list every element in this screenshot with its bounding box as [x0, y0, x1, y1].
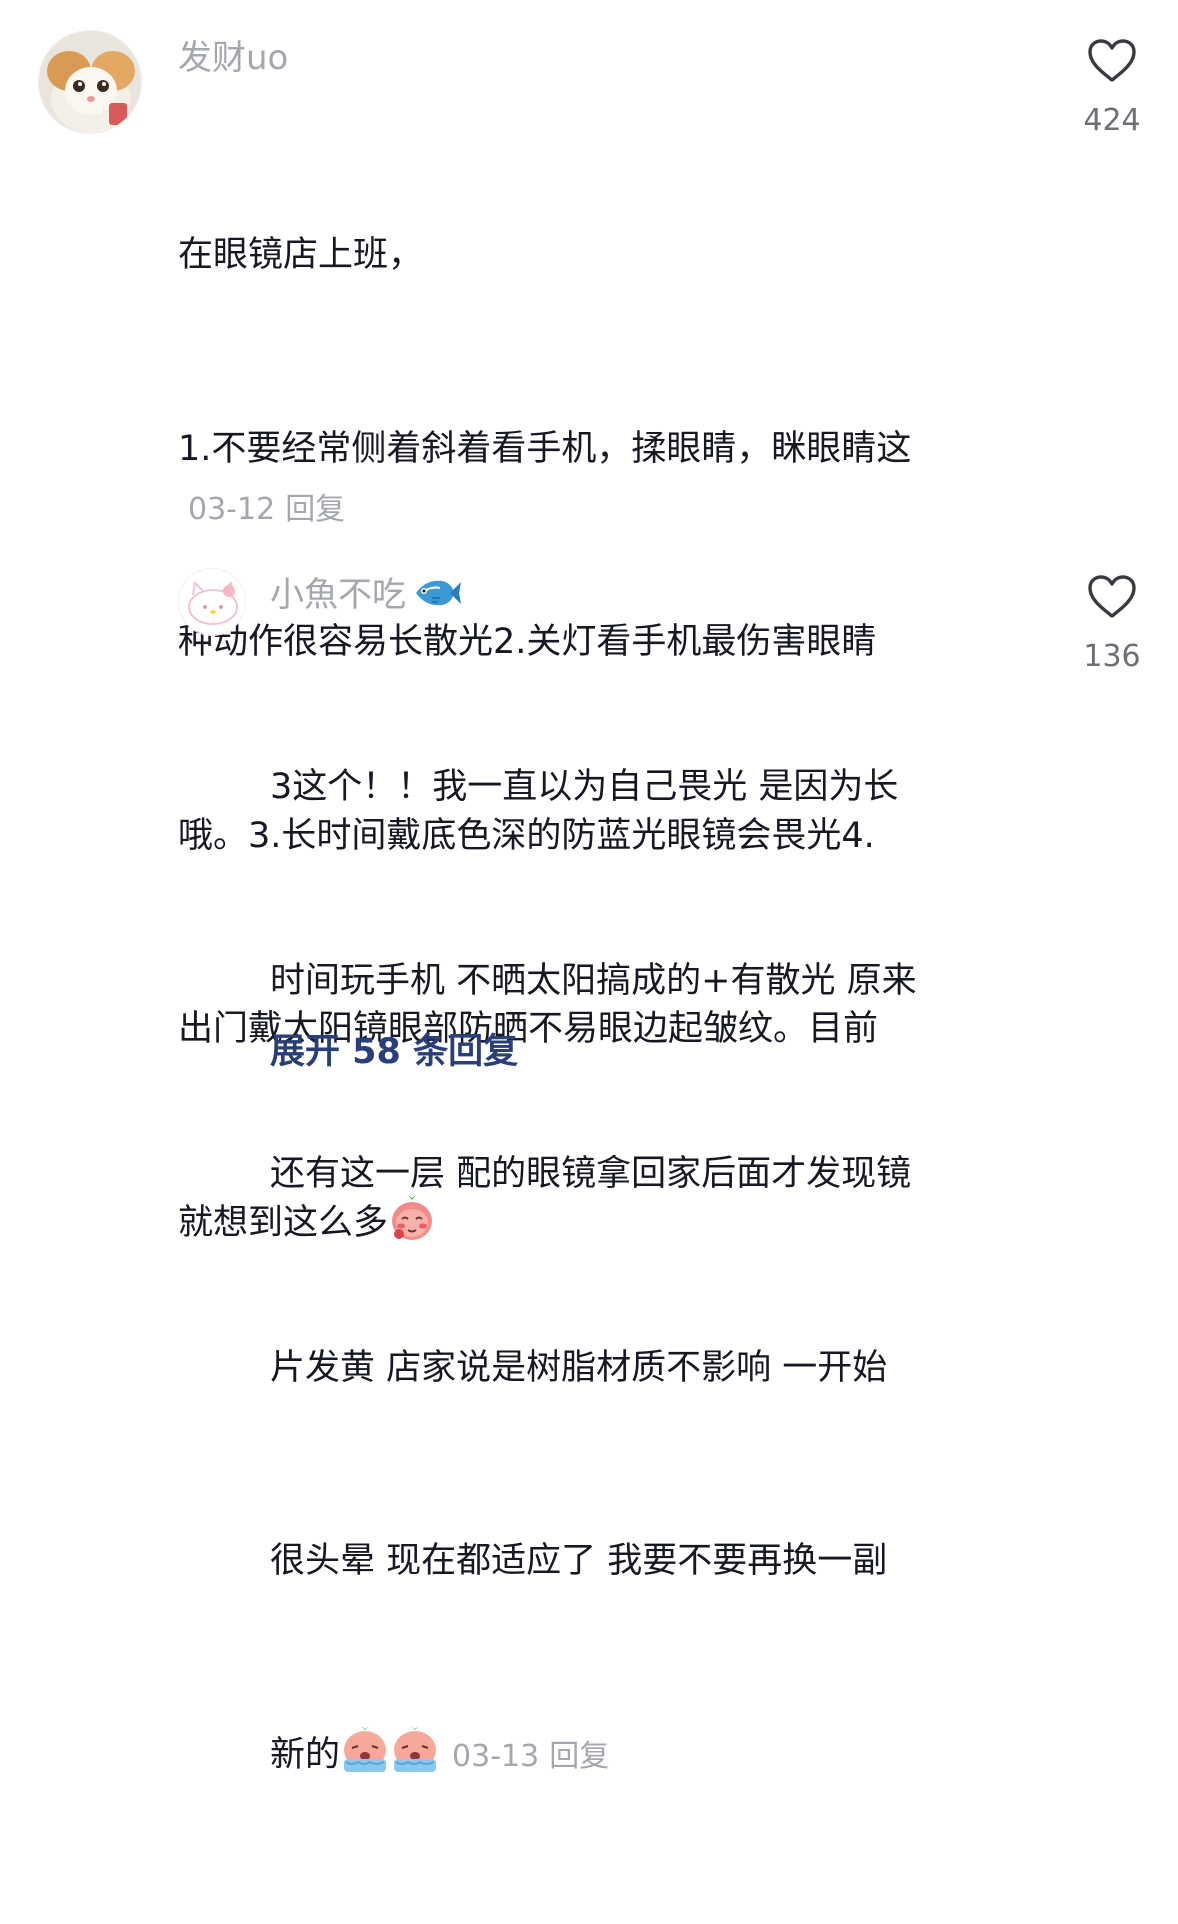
kitty-avatar-icon — [179, 569, 245, 635]
avatar[interactable] — [38, 30, 142, 134]
comment-date: 03-12 — [188, 492, 276, 527]
comment-line: 很头晕 现在都适应了 我要不要再换一副 — [270, 1541, 888, 1581]
comment-line: 在眼镜店上班， — [178, 235, 424, 275]
avatar[interactable] — [178, 568, 246, 636]
username[interactable]: 小魚不吃 — [270, 575, 462, 619]
reply-button[interactable]: 回复 — [285, 492, 345, 527]
comment-line-last: 新的 03-13 回复 — [270, 1723, 1060, 1796]
like-button[interactable]: 136 — [1062, 574, 1162, 674]
expand-replies-button[interactable]: 展开 58 条回复 — [270, 1030, 518, 1074]
like-button[interactable]: 424 — [1062, 38, 1162, 138]
reply-button[interactable]: 回复 — [549, 1739, 609, 1774]
comment-meta: 03-13 回复 — [452, 1739, 609, 1774]
crying-face-emoji — [340, 1725, 390, 1796]
like-count: 136 — [1083, 639, 1141, 674]
username[interactable]: 发财uo — [178, 38, 288, 78]
comment-line: 1.不要经常侧着斜着看手机，揉眼睛，眯眼睛这 — [178, 428, 912, 469]
heart-icon[interactable] — [1087, 38, 1137, 84]
comment-line: 新的 — [270, 1734, 341, 1775]
comment-meta: 03-12 回复 — [188, 484, 345, 528]
cat-avatar-icon — [39, 31, 141, 133]
fish-emoji — [412, 576, 462, 619]
comment-line: 片发黄 店家说是树脂材质不影响 一开始 — [270, 1347, 888, 1388]
crying-face-emoji — [390, 1725, 440, 1796]
heart-icon[interactable] — [1087, 574, 1137, 620]
comment-text: 3这个！！我一直以为自己畏光 是因为长 时间玩手机 不晒太阳搞成的+有散光 原来… — [270, 626, 1060, 1924]
comment-line: 还有这一层 配的眼镜拿回家后面才发现镜 — [270, 1154, 912, 1194]
username-text[interactable]: 小魚不吃 — [270, 575, 406, 615]
like-count: 424 — [1083, 103, 1141, 138]
comment-line: 3这个！！我一直以为自己畏光 是因为长 — [270, 767, 899, 807]
comment-line: 时间玩手机 不晒太阳搞成的+有散光 原来 — [270, 960, 917, 1001]
comment-date: 03-13 — [452, 1738, 540, 1774]
